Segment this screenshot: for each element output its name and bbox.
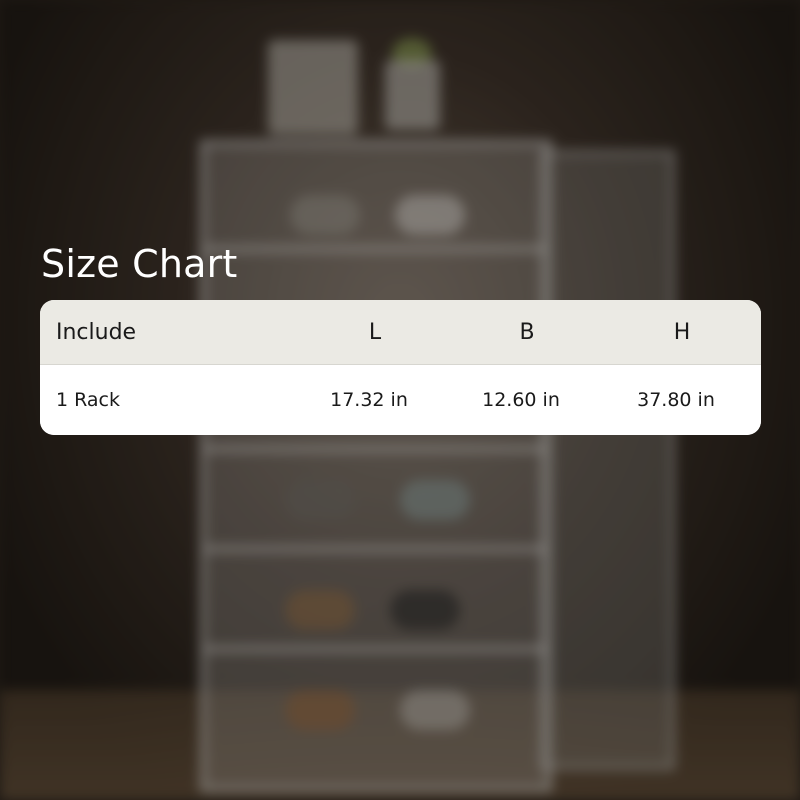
header-breadth: B xyxy=(519,319,535,345)
size-chart-title: Size Chart xyxy=(41,242,238,286)
cell-height: 37.80 in xyxy=(637,389,715,411)
size-chart-table: Include L B H 1 Rack 17.32 in 12.60 in 3… xyxy=(40,300,761,435)
header-include: Include xyxy=(56,319,137,345)
cell-length: 17.32 in xyxy=(330,389,408,411)
header-length: L xyxy=(368,319,382,345)
header-height: H xyxy=(673,319,691,345)
table-header-row: Include L B H xyxy=(40,300,761,365)
cell-include: 1 Rack xyxy=(56,389,121,411)
cell-breadth: 12.60 in xyxy=(482,389,560,411)
table-row: 1 Rack 17.32 in 12.60 in 37.80 in xyxy=(40,365,761,435)
